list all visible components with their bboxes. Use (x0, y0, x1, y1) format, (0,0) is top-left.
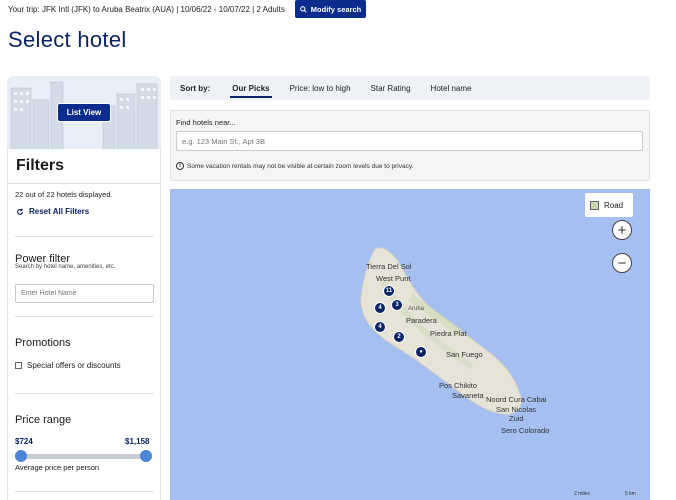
map-place-label: West Punt (376, 274, 411, 283)
filters-panel (7, 149, 161, 500)
map-place-label: Piedra Plat (430, 329, 467, 338)
privacy-note: i Some vacation rentals may not be visib… (176, 162, 413, 170)
hotel-map-pin[interactable]: 4 (374, 321, 386, 333)
hotel-map-pin[interactable]: 2 (393, 331, 405, 343)
price-slider-min-handle[interactable] (15, 450, 27, 462)
search-icon (299, 5, 307, 13)
sort-option-hotel-name[interactable]: Hotel name (421, 76, 482, 100)
sort-option-our-picks[interactable]: Our Picks (222, 76, 279, 100)
trip-summary: Your trip: JFK Intl (JFK) to Aruba Beatr… (8, 4, 285, 14)
hotel-name-input[interactable] (15, 284, 154, 303)
map-type-label: Road (604, 200, 624, 210)
reset-icon (17, 208, 23, 215)
map-scale-miles: 2 miles (574, 491, 590, 497)
address-search-input[interactable] (176, 131, 643, 151)
special-offers-checkbox[interactable] (15, 362, 22, 369)
map-place-label: San Nicolas (496, 405, 537, 414)
island-shape (360, 247, 522, 415)
special-offers-label: Special offers or discounts (27, 361, 121, 370)
special-offers-option[interactable]: Special offers or discounts (15, 361, 121, 370)
hotel-map-pin[interactable]: ● (415, 346, 427, 358)
map-scale-km: 5 km (625, 491, 636, 497)
sort-bar: Sort by: Our Picks Price: low to high St… (170, 76, 650, 100)
sort-option-price[interactable]: Price: low to high (280, 76, 361, 100)
hotel-count: 22 out of 22 hotels displayed. (15, 190, 113, 199)
divider (15, 393, 154, 394)
price-slider-max-handle[interactable] (140, 450, 152, 462)
hotel-map-pin[interactable]: 3 (391, 299, 403, 311)
privacy-note-text: Some vacation rentals may not be visible… (187, 162, 414, 170)
reset-filters-link[interactable]: Reset All Filters (16, 207, 89, 216)
hotel-map-pin[interactable]: 11 (383, 285, 395, 297)
price-max-value: $1,158 (125, 437, 150, 446)
list-view-button[interactable]: List View (58, 104, 110, 121)
divider (7, 183, 161, 184)
find-hotels-label: Find hotels near... (176, 118, 236, 127)
sort-option-star-rating[interactable]: Star Rating (361, 76, 421, 100)
price-slider-track[interactable] (20, 454, 146, 459)
divider (15, 236, 154, 237)
zoom-in-button[interactable]: + (612, 220, 632, 240)
modify-search-button[interactable]: Modify search (295, 0, 366, 18)
map-type-toggle[interactable]: Road (585, 193, 633, 217)
map-place-label: Tierra Del Sol (366, 262, 412, 271)
map-thumbnail-icon (590, 200, 599, 210)
price-range-title: Price range (15, 414, 72, 426)
hotel-map[interactable] (170, 189, 650, 500)
map-place-label: San Fuego (446, 350, 483, 359)
power-filter-subtitle: Search by hotel name, amenities, etc. (15, 264, 116, 270)
divider (15, 316, 154, 317)
filters-title: Filters (16, 157, 65, 174)
map-place-label: Pos Chikito (439, 381, 477, 390)
sort-label: Sort by: (180, 83, 211, 93)
map-place-label: Paradera (406, 316, 437, 325)
map-place-label: Noord Cura Cabai (486, 395, 547, 404)
map-place-label: Zuid (509, 414, 524, 423)
average-price-note: Average price per person (15, 463, 100, 472)
map-place-label: Sero Colorado (501, 426, 550, 435)
reset-filters-label: Reset All Filters (29, 207, 90, 216)
divider (15, 491, 154, 492)
hotel-map-pin[interactable]: 4 (374, 302, 386, 314)
modify-search-label: Modify search (310, 4, 362, 14)
map-place-label: Savaneta (452, 391, 484, 400)
map-place-label: Aruba (408, 306, 425, 312)
page-title: Select hotel (8, 27, 127, 52)
info-icon: i (176, 162, 184, 170)
price-min-value: $724 (15, 437, 33, 446)
zoom-out-button[interactable]: − (612, 253, 632, 273)
promotions-title: Promotions (15, 337, 71, 349)
